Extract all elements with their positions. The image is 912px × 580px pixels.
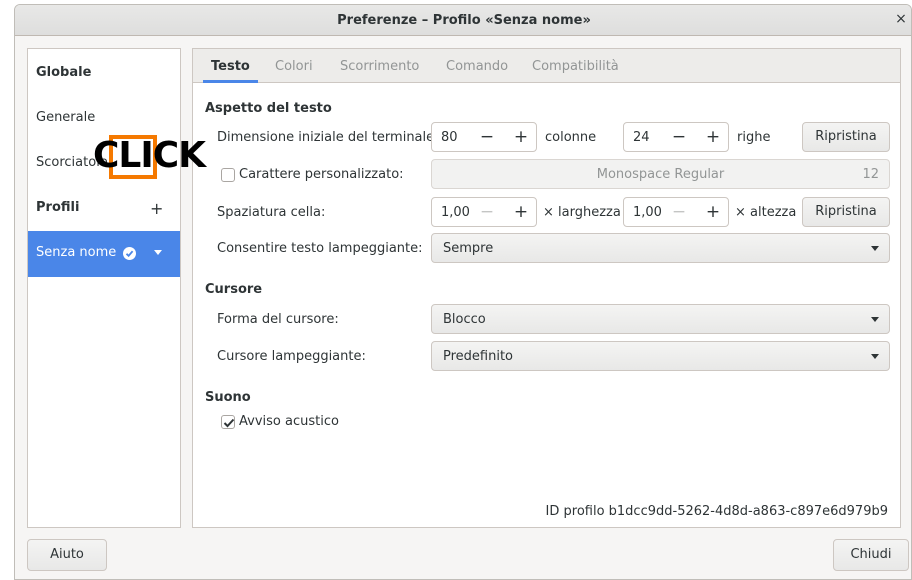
bell-label: Avviso acustico xyxy=(239,414,339,429)
blink-text-dropdown[interactable]: Sempre xyxy=(431,233,890,263)
window-title: Preferenze – Profilo «Senza nome» xyxy=(337,13,591,28)
text-appearance-title: Aspetto del testo xyxy=(205,101,332,116)
sidebar-general-label: Generale xyxy=(36,110,96,125)
sidebar-profiles-header: Profili + xyxy=(28,186,180,230)
reset-size-button[interactable]: Ripristina xyxy=(802,122,890,152)
add-profile-button[interactable]: + xyxy=(150,199,163,218)
profile-id-text: ID profilo b1dcc9dd-5262-4d8d-a863-c897e… xyxy=(545,504,888,519)
custom-font-checkbox[interactable] xyxy=(221,168,235,182)
width-spacing-stepper[interactable]: 1,00 − + xyxy=(431,197,537,227)
reset-spacing-button[interactable]: Ripristina xyxy=(802,197,890,227)
initial-size-label: Dimensione iniziale del terminale: xyxy=(217,130,439,145)
rows-value: 24 xyxy=(633,130,650,145)
sound-section-title: Suono xyxy=(205,390,251,405)
tab-text[interactable]: Testo xyxy=(211,59,250,74)
chevron-down-icon xyxy=(871,317,879,322)
help-button[interactable]: Aiuto xyxy=(27,539,107,571)
cursor-section-title: Cursore xyxy=(205,282,263,297)
rows-decrement-button[interactable]: − xyxy=(664,123,694,151)
blink-text-value: Sempre xyxy=(443,241,494,256)
columns-decrement-button[interactable]: − xyxy=(472,123,502,151)
width-spacing-value: 1,00 xyxy=(441,205,470,220)
cell-spacing-label: Spaziatura cella: xyxy=(217,205,326,220)
sidebar-global-label: Globale xyxy=(36,65,92,80)
cursor-shape-label: Forma del cursore: xyxy=(217,312,339,327)
tab-scrolling[interactable]: Scorrimento xyxy=(340,59,419,74)
chevron-down-icon xyxy=(871,354,879,359)
tab-bar: Testo Colori Scorrimento Comando Compati… xyxy=(193,49,900,83)
title-bar[interactable]: Preferenze – Profilo «Senza nome» × xyxy=(15,5,911,36)
cursor-blink-label: Cursore lampeggiante: xyxy=(217,349,366,364)
close-button[interactable]: Chiudi xyxy=(833,539,909,571)
width-spacing-unit: × larghezza xyxy=(543,205,621,220)
columns-increment-button[interactable]: + xyxy=(506,123,536,151)
default-profile-check-icon xyxy=(123,247,136,260)
font-picker-button[interactable]: Monospace Regular 12 xyxy=(431,159,890,189)
close-icon[interactable]: × xyxy=(893,11,909,27)
width-spacing-increment-button[interactable]: + xyxy=(506,198,536,226)
columns-value: 80 xyxy=(441,130,458,145)
profile-name-label: Senza nome xyxy=(36,245,117,260)
rows-stepper[interactable]: 24 − + xyxy=(623,122,729,152)
tab-compatibility[interactable]: Compatibilità xyxy=(532,59,619,74)
height-spacing-unit: × altezza xyxy=(735,205,797,220)
custom-font-label: Carattere personalizzato: xyxy=(239,167,404,182)
cursor-blink-value: Predefinito xyxy=(443,349,514,364)
cursor-blink-dropdown[interactable]: Predefinito xyxy=(431,341,890,371)
height-spacing-value: 1,00 xyxy=(633,205,662,220)
font-name: Monospace Regular xyxy=(596,167,725,182)
preferences-window: Preferenze – Profilo «Senza nome» × Glob… xyxy=(14,4,912,580)
height-spacing-decrement-button[interactable]: − xyxy=(664,198,694,226)
columns-unit-label: colonne xyxy=(545,130,597,145)
columns-stepper[interactable]: 80 − + xyxy=(431,122,537,152)
sidebar: Globale Generale Scorciatoie Profili + S… xyxy=(27,48,181,528)
tab-colors[interactable]: Colori xyxy=(275,59,313,74)
sidebar-profiles-label: Profili xyxy=(36,200,80,215)
sidebar-item-general[interactable]: Generale xyxy=(28,96,180,140)
rows-increment-button[interactable]: + xyxy=(698,123,728,151)
cursor-shape-value: Blocco xyxy=(443,312,486,327)
width-spacing-decrement-button[interactable]: − xyxy=(472,198,502,226)
blink-text-label: Consentire testo lampeggiante: xyxy=(217,241,423,256)
height-spacing-stepper[interactable]: 1,00 − + xyxy=(623,197,729,227)
click-annotation: CLICK xyxy=(93,135,206,176)
profile-menu-chevron-down-icon[interactable] xyxy=(154,250,162,255)
active-tab-indicator xyxy=(203,80,258,83)
tab-command[interactable]: Comando xyxy=(446,59,508,74)
bell-checkbox[interactable] xyxy=(221,415,235,429)
sidebar-item-profile[interactable]: Senza nome xyxy=(28,231,180,277)
profile-content: Testo Colori Scorrimento Comando Compati… xyxy=(192,48,901,528)
cursor-shape-dropdown[interactable]: Blocco xyxy=(431,304,890,334)
rows-unit-label: righe xyxy=(737,130,771,145)
font-size: 12 xyxy=(862,167,879,182)
chevron-down-icon xyxy=(871,246,879,251)
height-spacing-increment-button[interactable]: + xyxy=(698,198,728,226)
sidebar-item-global[interactable]: Globale xyxy=(28,51,180,95)
